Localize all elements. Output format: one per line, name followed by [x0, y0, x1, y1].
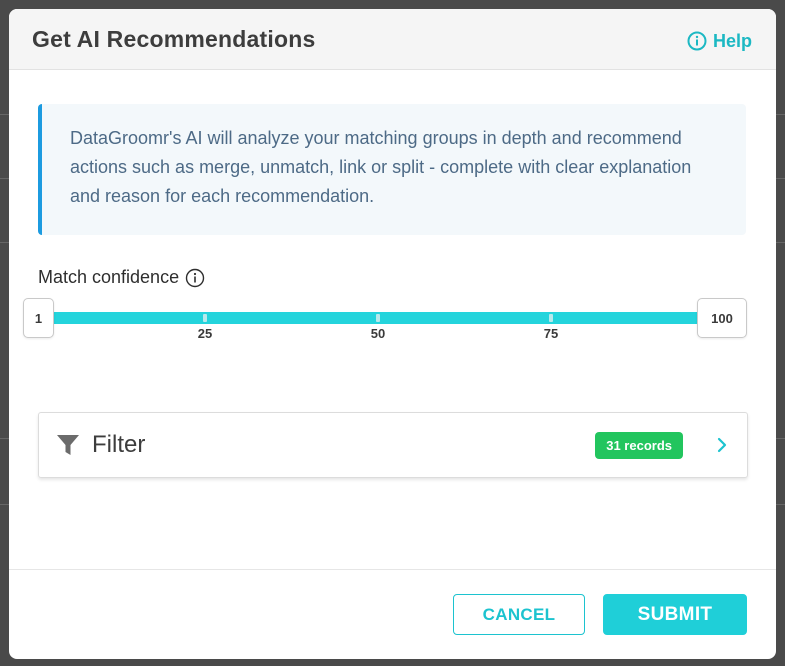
info-text: DataGroomr's AI will analyze your matchi… — [70, 128, 692, 206]
info-icon[interactable] — [185, 268, 205, 288]
filter-label: Filter — [92, 431, 146, 458]
modal-body: DataGroomr's AI will analyze your matchi… — [9, 70, 776, 570]
background-divider — [775, 114, 785, 115]
help-link[interactable]: Help — [687, 31, 752, 52]
filter-funnel-icon — [56, 434, 80, 456]
modal-footer: CANCEL SUBMIT — [9, 569, 776, 659]
modal-header: Get AI Recommendations Help — [9, 9, 776, 70]
slider-tick-label: 25 — [197, 326, 213, 341]
ai-recommendations-modal: Get AI Recommendations Help DataGroomr's… — [9, 9, 776, 659]
match-confidence-header: Match confidence — [38, 267, 747, 288]
background-divider — [775, 178, 785, 179]
info-callout: DataGroomr's AI will analyze your matchi… — [38, 104, 746, 235]
slider-track[interactable] — [43, 312, 717, 324]
chevron-right-icon[interactable] — [717, 437, 727, 453]
submit-button[interactable]: SUBMIT — [603, 594, 747, 635]
match-confidence-label: Match confidence — [38, 267, 180, 287]
help-label: Help — [712, 30, 752, 51]
records-count-badge: 31 records — [595, 431, 683, 459]
slider-tick-label: 50 — [370, 326, 386, 341]
background-divider — [775, 242, 785, 243]
slider-min-handle[interactable]: 1 — [23, 298, 54, 338]
background-divider — [775, 438, 785, 439]
slider-tick — [549, 314, 553, 322]
slider-tick-label: 75 — [543, 326, 559, 341]
slider-tick — [376, 314, 380, 322]
help-circle-icon — [687, 31, 707, 51]
slider-max-handle[interactable]: 100 — [697, 298, 747, 338]
filter-panel[interactable]: Filter 31 records — [38, 412, 748, 478]
match-confidence-slider[interactable]: 25 50 75 1 100 — [23, 298, 747, 358]
cancel-button[interactable]: CANCEL — [453, 594, 585, 635]
modal-title: Get AI Recommendations — [32, 25, 316, 52]
background-divider — [775, 504, 785, 505]
slider-tick — [203, 314, 207, 322]
